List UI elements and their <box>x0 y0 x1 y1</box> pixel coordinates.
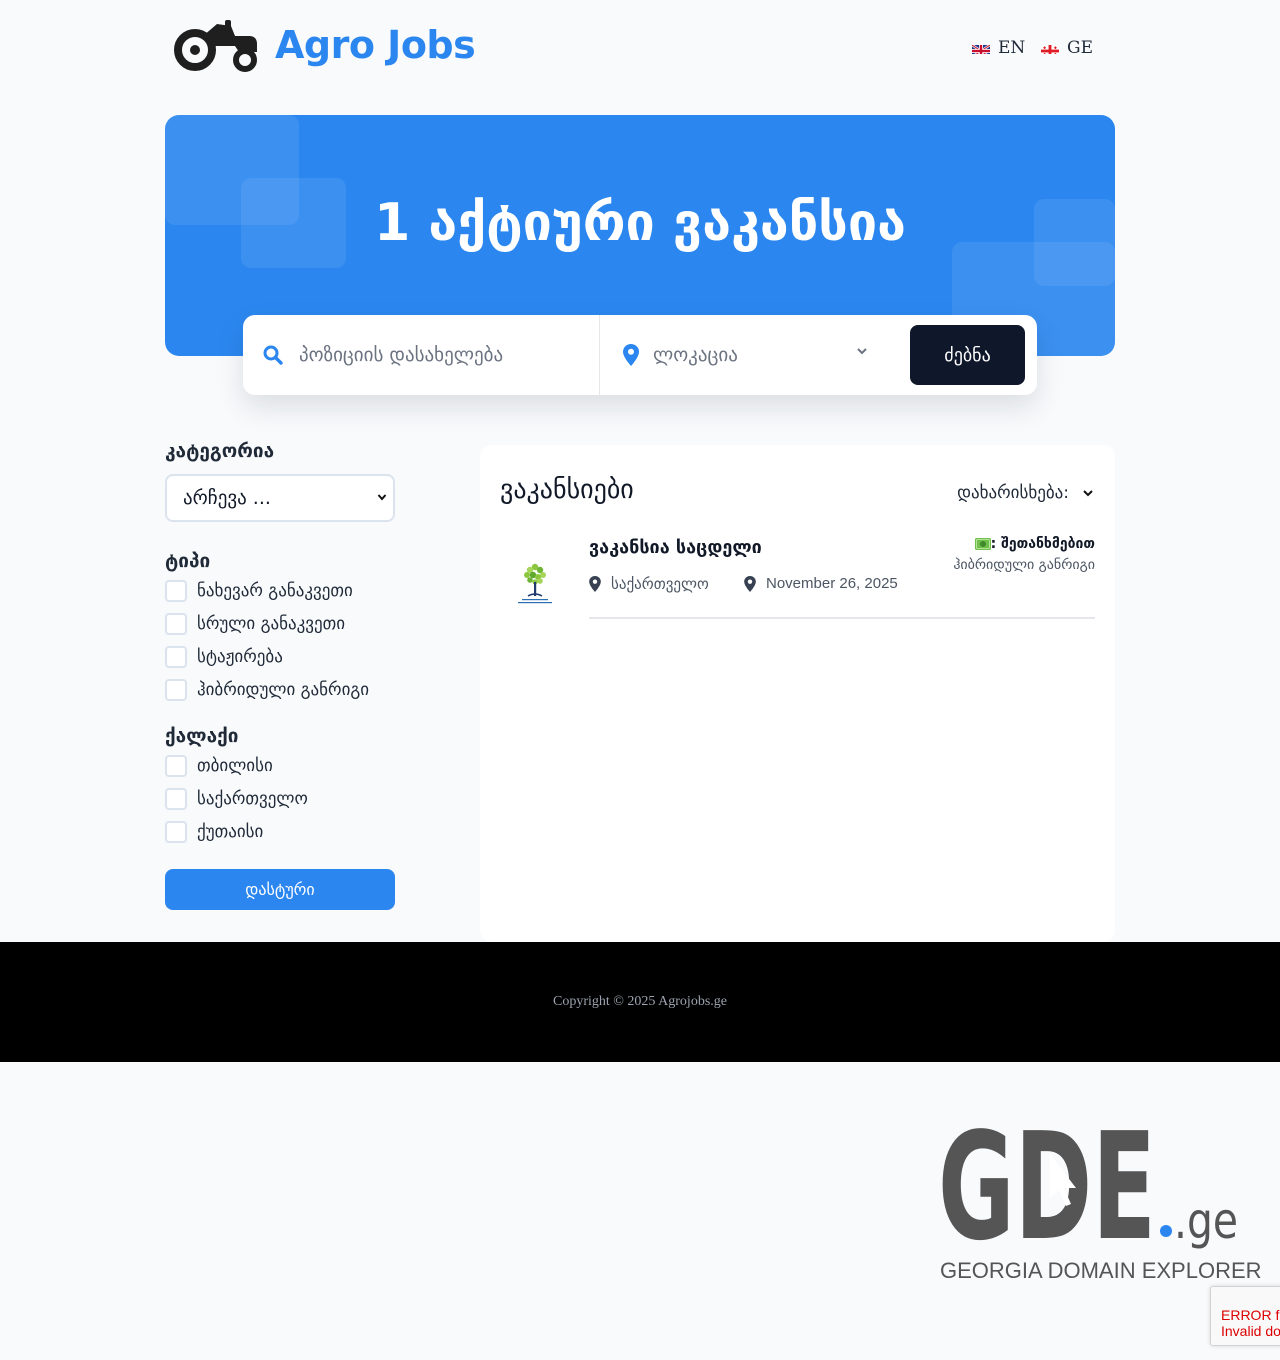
site-footer: Copyright © 2025 Agrojobs.ge <box>0 942 1280 1062</box>
city-option[interactable]: თბილისი <box>165 749 395 782</box>
gde-tld-text: .ge <box>1174 1192 1238 1250</box>
brand-logo[interactable]: Agro Jobs <box>173 18 476 72</box>
gde-subtitle: GEORGIA DOMAIN EXPLORER <box>940 1258 1262 1283</box>
chevron-down-icon <box>1083 490 1093 497</box>
sort-label: დახარისხება: <box>957 483 1069 503</box>
type-option[interactable]: სტაჟირება <box>165 640 395 673</box>
type-checkbox[interactable] <box>165 579 187 602</box>
job-salary: : შეთანხმებით <box>974 536 1095 552</box>
location-pin-icon <box>589 576 601 592</box>
type-option[interactable]: სრული განაკვეთი <box>165 607 395 640</box>
language-ge-label: GE <box>1067 38 1093 58</box>
type-checkbox[interactable] <box>165 678 187 701</box>
city-option-label: საქართველო <box>197 788 308 809</box>
type-option[interactable]: ნახევარ განაკვეთი <box>165 574 395 607</box>
type-option-label: ნახევარ განაკვეთი <box>197 580 353 601</box>
position-search-placeholder: პოზიციის დასახელება <box>299 344 504 366</box>
type-option[interactable]: ჰიბრიდული განრიგი <box>165 673 395 706</box>
location-pin-icon <box>623 344 639 366</box>
money-icon <box>974 538 991 550</box>
recaptcha-error-line: Invalid do <box>1221 1323 1280 1339</box>
search-button[interactable]: ძებნა <box>910 325 1025 385</box>
job-location-label: საქართველო <box>611 575 709 593</box>
city-option-label: თბილისი <box>197 755 273 776</box>
gde-main-text: GDE <box>938 1110 1156 1250</box>
sort-dropdown[interactable]: დახარისხება: <box>957 483 1093 503</box>
city-checkbox[interactable] <box>165 820 187 843</box>
recaptcha-error-line: ERROR f <box>1221 1307 1280 1323</box>
job-title[interactable]: ვაკანსია საცდელი <box>589 537 762 558</box>
type-option-label: ჰიბრიდული განრიგი <box>197 679 370 700</box>
georgia-flag-icon <box>1041 42 1059 54</box>
apply-filter-button[interactable]: დასტური <box>165 869 395 910</box>
type-heading: ტიპი <box>165 550 211 572</box>
job-salary-label: : შეთანხმებით <box>990 536 1095 552</box>
search-bar: პოზიციის დასახელება ლოკაცია ძებნა <box>243 315 1037 395</box>
site-header: Agro Jobs EN GE <box>165 0 1115 100</box>
type-checkbox[interactable] <box>165 612 187 635</box>
recaptcha-badge[interactable]: ERROR f Invalid do <box>1210 1286 1280 1346</box>
job-location: საქართველო <box>589 575 709 593</box>
location-select[interactable]: ლოკაცია <box>601 315 871 395</box>
language-ge-link[interactable]: GE <box>1041 38 1093 58</box>
job-type: ჰიბრიდული განრიგი <box>953 557 1095 573</box>
hero-title: 1 აქტიური ვაკანსია <box>374 193 906 253</box>
job-listings-panel: ვაკანსიები დახარისხება: ვაკანსია საცდელი <box>480 445 1115 942</box>
language-en-label: EN <box>998 38 1026 58</box>
copyright-text: Copyright © 2025 Agrojobs.ge <box>553 994 727 1009</box>
job-list-item[interactable]: ვაკანსია საცდელი საქართველო November 26,… <box>500 535 1095 619</box>
location-pin-icon <box>744 575 756 592</box>
divider <box>589 617 1095 619</box>
uk-flag-icon <box>972 42 990 54</box>
brand-name: Agro Jobs <box>275 23 476 67</box>
category-heading: კატეგორია <box>165 440 275 462</box>
language-en-link[interactable]: EN <box>972 38 1025 58</box>
listings-heading: ვაკანსიები <box>500 475 634 505</box>
city-option[interactable]: ქუთაისი <box>165 815 395 848</box>
company-logo <box>518 563 552 604</box>
chevron-down-icon <box>857 348 867 355</box>
city-option[interactable]: საქართველო <box>165 782 395 815</box>
type-checkbox[interactable] <box>165 645 187 668</box>
location-placeholder: ლოკაცია <box>653 344 738 366</box>
filter-sidebar: კატეგორია არჩევა ... ტიპი ნახევარ განაკვ… <box>165 440 395 910</box>
city-checkbox[interactable] <box>165 754 187 777</box>
category-select-value: არჩევა ... <box>183 487 271 509</box>
city-checkbox[interactable] <box>165 787 187 810</box>
job-date: November 26, 2025 <box>744 575 898 592</box>
type-option-label: სტაჟირება <box>197 646 283 667</box>
gde-logo[interactable]: GDE .ge GEORGIA DOMAIN EXPLORER <box>938 1101 1262 1290</box>
tractor-icon <box>174 20 257 72</box>
city-heading: ქალაქი <box>165 725 239 747</box>
job-date-label: November 26, 2025 <box>766 575 898 592</box>
search-icon <box>263 345 283 365</box>
position-search-input[interactable]: პოზიციის დასახელება <box>243 315 600 395</box>
city-option-label: ქუთაისი <box>197 821 264 842</box>
chevron-down-icon <box>377 494 387 501</box>
type-option-label: სრული განაკვეთი <box>197 613 346 634</box>
gde-wordmark: GDE .ge <box>938 1101 1238 1273</box>
category-select[interactable]: არჩევა ... <box>165 474 395 522</box>
